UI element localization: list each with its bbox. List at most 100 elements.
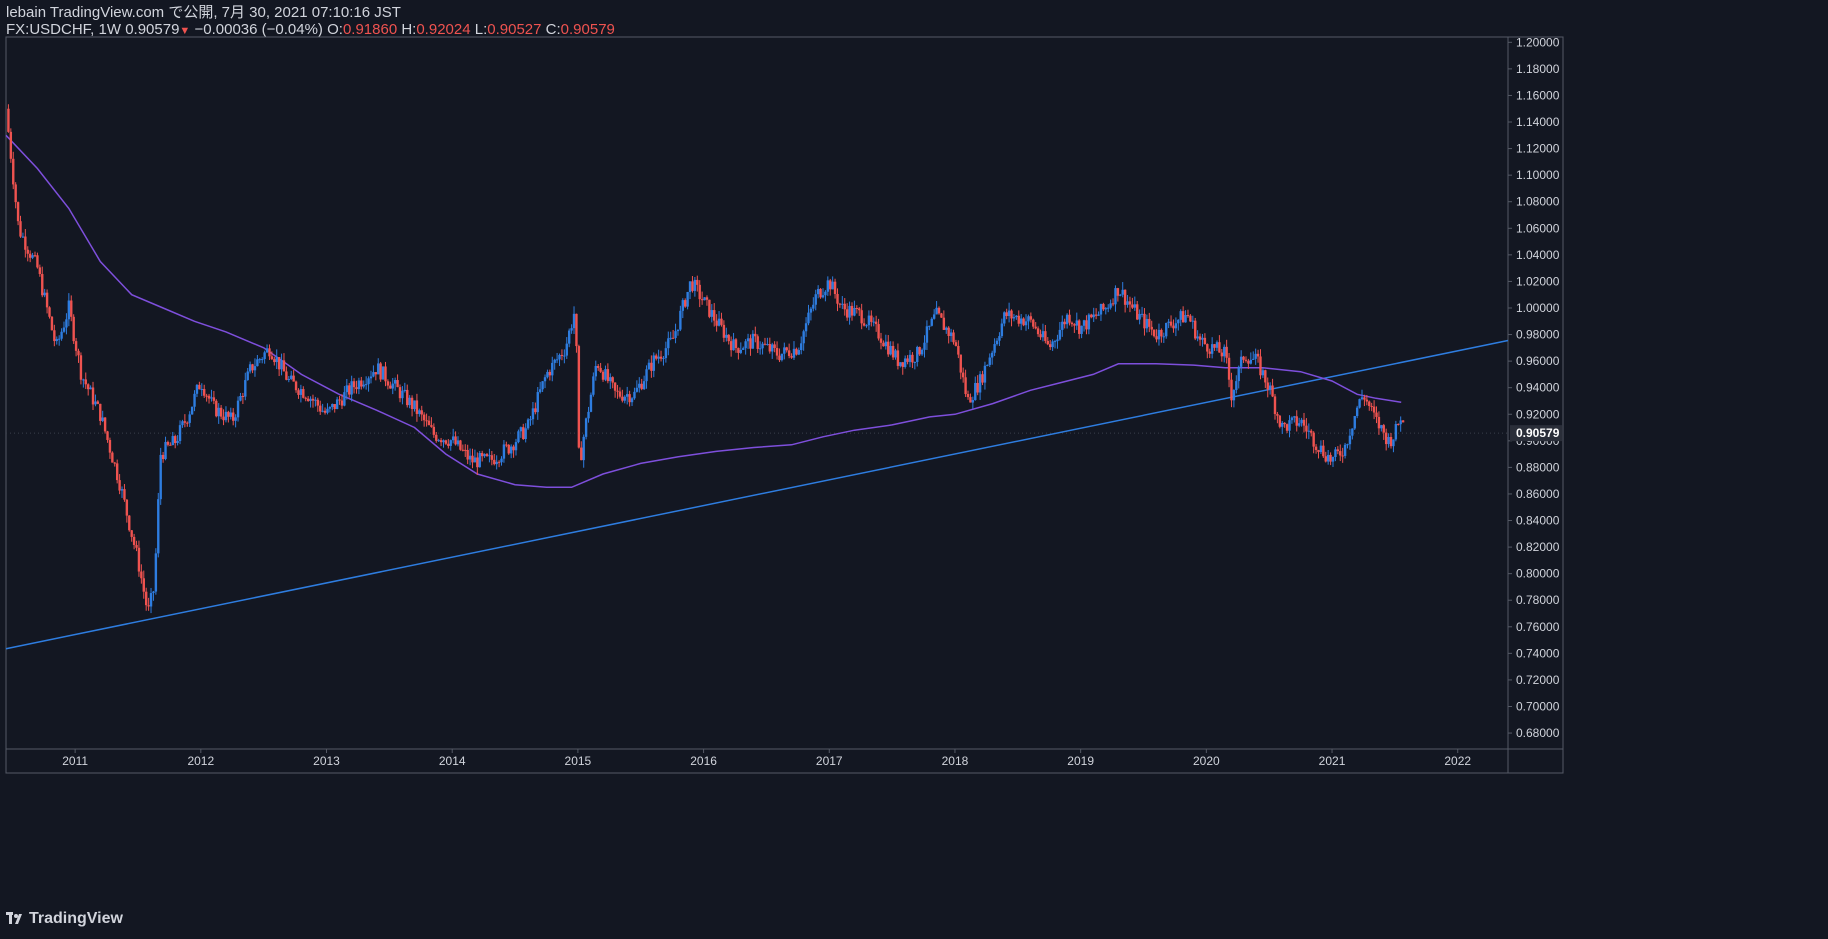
candle-body	[1254, 353, 1257, 359]
candle-body	[246, 371, 249, 381]
candle-body	[722, 324, 726, 338]
candle-body	[205, 395, 208, 397]
candle-body	[335, 399, 339, 410]
candle-body	[306, 398, 310, 402]
candle-body	[1044, 331, 1047, 341]
candle-body	[780, 353, 784, 361]
candle-body	[437, 440, 440, 442]
candle-body	[911, 354, 914, 363]
candle-body	[212, 397, 216, 401]
candle-body	[674, 331, 677, 338]
candle-body	[1157, 329, 1161, 340]
candle-body	[874, 321, 878, 325]
candle-body	[294, 381, 298, 391]
candle-body	[604, 369, 607, 380]
candle-body	[1290, 417, 1294, 421]
candle-body	[790, 355, 793, 358]
candle-body	[715, 320, 718, 326]
tradingview-logo[interactable]: TradingView	[6, 910, 123, 928]
candle-body	[26, 249, 29, 254]
candle-body	[662, 358, 665, 360]
candle-body	[809, 308, 813, 313]
candle-body	[845, 309, 849, 318]
candle-body	[381, 366, 385, 380]
candle-body	[1268, 385, 1272, 390]
candle-body	[838, 303, 842, 305]
candle-body	[1355, 407, 1359, 417]
candle-body	[31, 255, 34, 258]
candle-body	[1027, 316, 1030, 322]
candle-body	[611, 377, 614, 383]
candle-body	[328, 407, 332, 409]
candle-body	[945, 327, 948, 330]
candle-body	[410, 397, 414, 410]
candle-body	[969, 397, 972, 403]
candle-body	[1264, 370, 1267, 383]
candle-body	[1401, 420, 1405, 423]
candle-body	[1235, 381, 1238, 391]
candle-body	[1218, 342, 1221, 353]
candle-body	[319, 405, 322, 412]
candle-body	[137, 547, 141, 572]
candle-body	[1382, 425, 1385, 433]
price-tick-label: 1.14000	[1516, 115, 1560, 129]
candle-body	[169, 444, 172, 446]
candle-body	[181, 421, 184, 426]
candle-body	[314, 399, 317, 401]
candle-body	[393, 380, 397, 384]
candle-body	[1230, 379, 1233, 401]
candle-body	[1099, 303, 1103, 315]
candle-body	[577, 346, 581, 448]
candle-body	[642, 381, 646, 390]
candle-body	[1196, 336, 1199, 339]
candle-body	[439, 440, 443, 443]
candle-body	[176, 440, 179, 444]
candle-body	[464, 449, 467, 451]
candle-body	[364, 384, 368, 386]
candle-body	[178, 425, 182, 441]
candle-body	[1102, 303, 1105, 310]
candle-body	[1273, 396, 1277, 415]
price-tick-label: 1.02000	[1516, 274, 1560, 288]
candle-body	[756, 336, 759, 349]
candle-body	[567, 330, 571, 344]
price-chart[interactable]: 0.68000 0.70000 0.72000 0.74000 0.76000 0.780…	[0, 0, 1828, 939]
candle-body	[302, 389, 305, 398]
candle-body	[459, 440, 462, 450]
candle-body	[1177, 319, 1180, 324]
candle-body	[548, 371, 552, 376]
candle-body	[826, 280, 830, 292]
candle-body	[1065, 314, 1069, 325]
candle-body	[241, 395, 245, 397]
price-tick-label: 0.94000	[1516, 381, 1560, 395]
price-tick-label: 0.84000	[1516, 514, 1560, 528]
candle-body	[82, 379, 85, 381]
candle-body	[299, 389, 303, 395]
candle-body	[190, 406, 194, 415]
candle-body	[865, 325, 868, 327]
candle-body	[418, 410, 421, 414]
candle-body	[48, 307, 51, 317]
candle-body	[186, 422, 189, 424]
candle-body	[38, 267, 42, 275]
candle-body	[1206, 344, 1209, 352]
candle-body	[374, 372, 378, 375]
candle-body	[872, 321, 875, 323]
candle-body	[961, 372, 965, 378]
candle-body	[804, 323, 808, 332]
candle-body	[79, 355, 83, 380]
candle-body	[1271, 385, 1274, 397]
candle-body	[60, 331, 63, 339]
candle-body	[473, 457, 477, 463]
time-tick-label: 2015	[565, 754, 592, 768]
candle-body	[442, 440, 445, 443]
candle-body	[297, 390, 300, 395]
candle-body	[734, 339, 738, 349]
candle-body	[500, 458, 503, 463]
candle-body	[693, 279, 697, 291]
price-tick-label: 1.16000	[1516, 88, 1560, 102]
candle-body	[287, 378, 291, 380]
candle-body	[572, 313, 576, 329]
candle-body	[1210, 344, 1214, 354]
candle-body	[1174, 323, 1178, 329]
